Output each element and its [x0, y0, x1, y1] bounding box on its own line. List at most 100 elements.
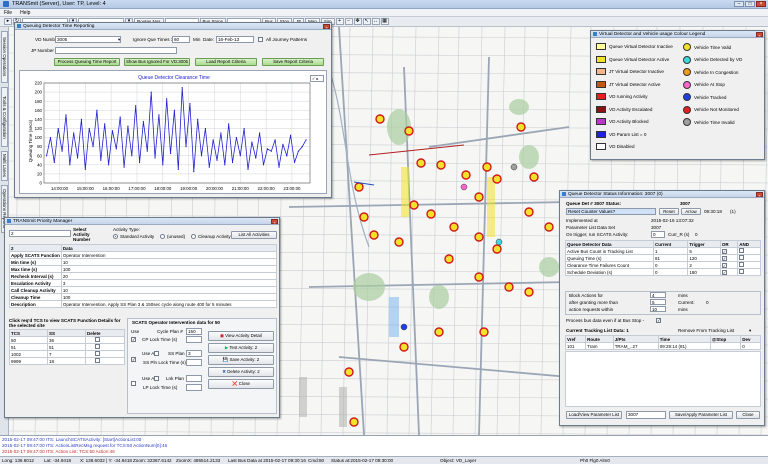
ignore-que-times-input[interactable]: 60 [172, 36, 190, 43]
virtual-detector-marker[interactable] [416, 158, 426, 168]
delete-activity-button[interactable]: ✖ Delete Activity: 2 [208, 367, 274, 377]
vd-number-select[interactable]: 3005 [55, 36, 121, 43]
pan-icon[interactable]: ✥ [353, 18, 362, 25]
save-activity-button[interactable]: 💾 Save Activity: 2 [208, 355, 274, 365]
reset-counter-values-field[interactable]: Reset Counter Values? [566, 208, 656, 215]
virtual-detector-marker[interactable] [492, 174, 502, 184]
qds-trigger-value[interactable]: 2 [687, 261, 721, 269]
virtual-detector-marker[interactable] [479, 327, 489, 337]
tracking-row[interactable]: 101 Tram TRAM_..27 09:29:14 (81) 0 [564, 342, 761, 350]
qds-and-checkbox[interactable] [737, 268, 761, 276]
virtual-detector-marker[interactable] [434, 327, 444, 337]
activity-data-row[interactable]: Call Cleanup Activity 10 [9, 286, 278, 294]
delete-checkbox[interactable] [85, 350, 125, 358]
virtual-detector-marker[interactable] [474, 232, 484, 242]
qds-data-row[interactable]: Queuing Time (s) 81 120 ✓ [565, 254, 761, 262]
activity-data-row[interactable]: Escalation Activity 3 [9, 279, 278, 287]
tracking-col-header[interactable]: Time [657, 335, 711, 343]
menu-help[interactable]: Help [20, 10, 30, 16]
test-activity-button[interactable]: ▶ Test Activity: 2 [208, 343, 274, 353]
qds-data-row[interactable]: Clearance Time Failures Count 0 2 ✓ [565, 261, 761, 269]
save-report-criteria-button[interactable]: Save Report Criteria [262, 58, 324, 66]
ss-lock-time-input[interactable] [186, 359, 202, 366]
vehicle-marker[interactable] [510, 163, 518, 171]
arrow-button[interactable]: Arrow [681, 208, 701, 215]
standard-activity-radio[interactable] [113, 234, 118, 239]
virtual-detector-marker[interactable] [409, 200, 419, 210]
activity-field-value[interactable]: 10 [60, 258, 278, 266]
virtual-detector-marker[interactable] [394, 237, 404, 247]
activity-data-row[interactable]: Max time (s) 100 [9, 265, 278, 273]
chevron-down-icon[interactable]: ▾ [118, 37, 120, 43]
virtual-detector-marker[interactable] [344, 367, 354, 377]
virtual-detector-marker[interactable] [524, 287, 534, 297]
use-act-lnk-checkbox[interactable] [154, 376, 159, 381]
parameter-list-input[interactable]: 3007 [626, 411, 666, 419]
menu-file[interactable]: File [4, 10, 12, 16]
reset-button[interactable]: Reset [659, 208, 679, 215]
qds-trigger-value[interactable]: 5 [687, 247, 721, 255]
show-bus-ignored-button[interactable]: Show Bus Ignored For VD:3005 [124, 58, 190, 66]
qds-and-checkbox[interactable] [737, 254, 761, 262]
process-bus-data-checkbox[interactable]: ✓ [656, 318, 661, 323]
virtual-detector-marker[interactable] [399, 342, 409, 352]
zoom-in-icon[interactable]: + [335, 18, 344, 25]
action-requests-input[interactable]: 10 [650, 306, 666, 312]
virtual-detector-marker[interactable] [474, 272, 484, 282]
legend-toggle[interactable]: ✓ ▸ [310, 75, 324, 82]
vehicle-marker[interactable] [400, 323, 408, 331]
qds-and-checkbox[interactable] [737, 261, 761, 269]
tcs-row[interactable]: 51 51 [9, 343, 125, 351]
qds-and-checkbox[interactable] [737, 247, 761, 255]
activity-data-row[interactable]: Cleanup Time 100 [9, 293, 278, 301]
vehicle-marker[interactable] [460, 183, 468, 191]
activity-field-value[interactable]: 100 [60, 265, 278, 273]
qds-trigger-value[interactable]: 120 [687, 254, 721, 262]
link-plan-input[interactable] [186, 375, 202, 382]
close-window-button[interactable]: × [756, 1, 766, 7]
activity-data-row[interactable]: Min time (s) 10 [9, 258, 278, 266]
side-tab-multi-lanes[interactable]: Multi Lanes [1, 151, 8, 181]
process-queuing-time-report-button[interactable]: Process Queuing Time Report [54, 58, 120, 66]
delete-checkbox[interactable] [85, 336, 125, 344]
load-view-parameter-list-button[interactable]: Load/View Parameter List [566, 411, 622, 419]
virtual-detector-marker[interactable] [436, 160, 446, 170]
cp-lock-time-input[interactable] [186, 336, 202, 343]
tcs-row[interactable]: 50 36 [9, 336, 125, 344]
qds-or-checkbox[interactable]: ✓ [719, 254, 739, 262]
virtual-detector-marker[interactable] [444, 254, 454, 264]
tracking-col-header[interactable]: Vref [564, 335, 587, 343]
load-report-criteria-button[interactable]: Load Report Criteria [195, 58, 257, 66]
qds-or-checkbox[interactable]: ✓ [719, 261, 739, 269]
tcs-row[interactable]: 9999 18 [9, 357, 125, 365]
tracking-col-header[interactable]: J/Pts [612, 335, 659, 343]
virtual-detector-marker[interactable] [461, 170, 471, 180]
virtual-detector-marker[interactable] [544, 222, 554, 232]
close-icon[interactable]: × [271, 219, 278, 225]
cleanup-activity-radio[interactable] [191, 234, 196, 239]
close-status-button[interactable]: Close [736, 411, 760, 419]
virtual-detector-marker[interactable] [504, 282, 514, 292]
activity-field-value[interactable]: 3 [60, 279, 278, 287]
activity-field-value[interactable]: Operator Intervention [60, 251, 278, 259]
use-act-ss-checkbox[interactable] [154, 351, 159, 356]
activity-data-row[interactable]: Apply SCATS Function Operator Interventio… [9, 251, 278, 259]
virtual-detector-marker[interactable] [369, 230, 379, 240]
zoom-out-icon[interactable]: − [344, 18, 353, 25]
list-all-activities-button[interactable]: List All Activities [231, 231, 277, 239]
cycle-plan-input[interactable]: 150 [186, 328, 202, 335]
side-tab-session-operations[interactable]: Session Operations [1, 31, 8, 83]
use-cycle-plan-checkbox[interactable]: ✓ [131, 337, 136, 342]
measure-icon[interactable]: ↔ [371, 18, 380, 25]
activity-field-value[interactable]: 100 [60, 293, 278, 301]
qds-data-row[interactable]: Schedule Deviation (s) 0 180 ✓ [565, 268, 761, 276]
lp-lock-time-input[interactable] [186, 384, 202, 391]
jp-number-select[interactable] [55, 47, 177, 54]
qds-trigger-value[interactable]: 180 [687, 268, 721, 276]
save-apply-parameter-list-button[interactable]: Save/Apply Parameter List [669, 411, 733, 419]
virtual-detector-marker[interactable] [359, 212, 369, 222]
after-granting-input[interactable]: 5 [650, 299, 666, 305]
virtual-detector-marker[interactable] [354, 182, 364, 192]
ss-plan-input[interactable]: 3 [186, 350, 202, 357]
virtual-detector-marker[interactable] [516, 122, 526, 132]
